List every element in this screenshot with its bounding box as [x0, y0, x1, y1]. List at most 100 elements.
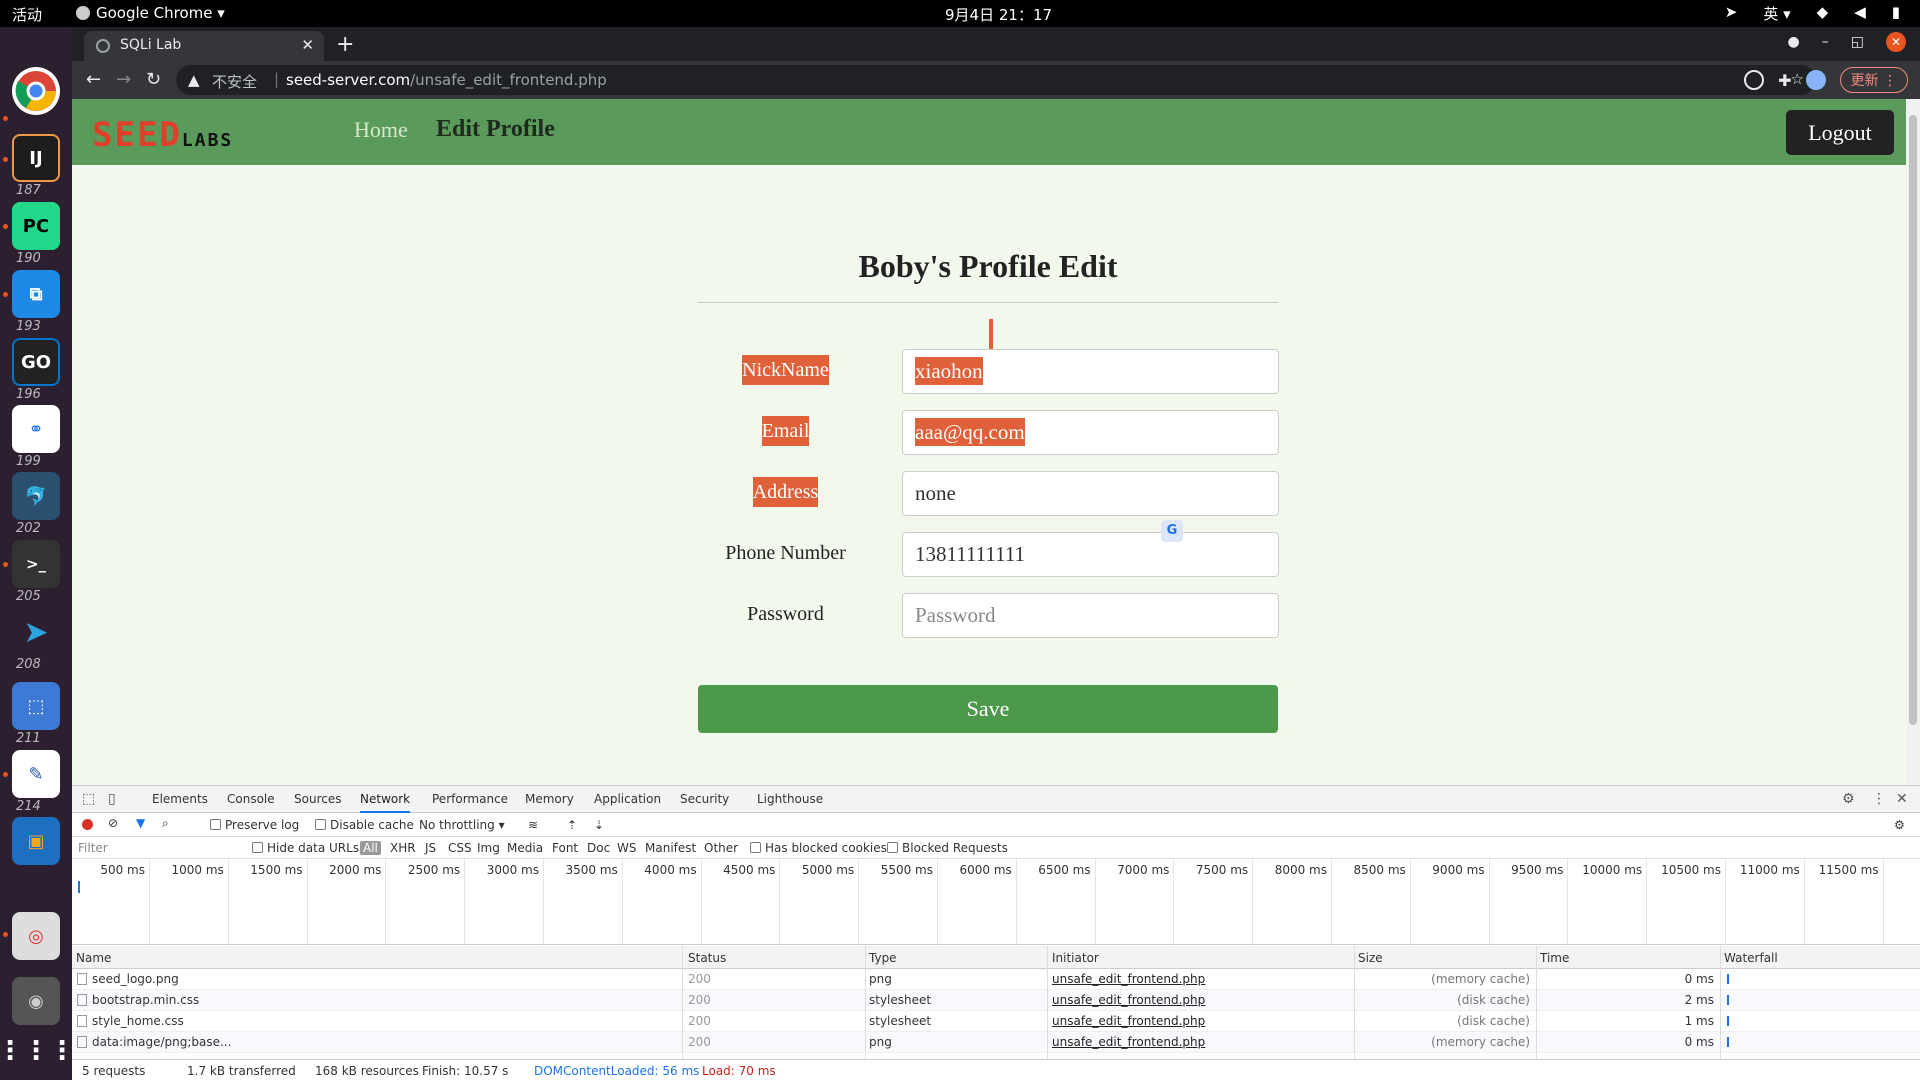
battery-icon[interactable]: ▮	[1892, 3, 1900, 24]
tab-memory[interactable]: Memory	[525, 792, 574, 806]
email-input[interactable]: aaa@qq.com	[902, 410, 1279, 455]
hide-data-urls-checkbox[interactable]: Hide data URLs	[252, 841, 359, 855]
forward-button[interactable]: →	[116, 69, 131, 90]
table-row[interactable]: data:image/png;base... 200 png unsafe_edit_…	[72, 1032, 1920, 1053]
tab-elements[interactable]: Elements	[152, 792, 208, 806]
ime-indicator[interactable]: 英 ▾	[1763, 3, 1790, 24]
request-initiator[interactable]: unsafe_edit_frontend.php	[1052, 1035, 1205, 1049]
device-toolbar-icon[interactable]: ▯	[108, 791, 116, 807]
tab-close-icon[interactable]: ✕	[301, 36, 314, 54]
column-time[interactable]: Time	[1540, 951, 1569, 965]
restore-button[interactable]: ◱	[1851, 34, 1864, 50]
table-row[interactable]: style_home.css 200 stylesheet unsafe_edit_f…	[72, 1011, 1920, 1032]
dock-pycharm[interactable]: PC	[12, 202, 60, 250]
import-har-icon[interactable]: ⇡	[567, 818, 577, 832]
volume-icon[interactable]: ◀	[1854, 3, 1866, 24]
not-secure-label[interactable]: 不安全	[212, 71, 257, 92]
dock-intellij[interactable]: IJ	[12, 134, 60, 182]
record-icon[interactable]	[82, 819, 93, 830]
clock[interactable]: 9月4日 21：17	[945, 4, 1052, 25]
table-row[interactable]: seed_logo.png 200 png unsafe_edit_frontend.…	[72, 969, 1920, 990]
browser-tab[interactable]: SQLi Lab ✕	[84, 31, 324, 61]
send-icon[interactable]: ➤	[1725, 3, 1738, 24]
tab-security[interactable]: Security	[680, 792, 729, 806]
column-type[interactable]: Type	[869, 951, 897, 965]
address-bar[interactable]: ▲ 不安全 | seed-server.com/unsafe_edit_fron…	[176, 65, 1816, 95]
has-blocked-cookies-checkbox[interactable]: Has blocked cookies	[750, 841, 887, 855]
save-button[interactable]: Save	[698, 685, 1278, 733]
profile-avatar[interactable]	[1805, 70, 1826, 90]
network-overview-timeline[interactable]: 500 ms 1000 ms 1500 ms 2000 ms 2500 ms 3000 m…	[72, 859, 1920, 945]
logout-button[interactable]: Logout	[1786, 110, 1894, 155]
tab-network[interactable]: Network	[360, 792, 411, 813]
minimize-button[interactable]: –	[1822, 34, 1829, 50]
seed-labs-logo[interactable]: SEEDLABS	[92, 115, 233, 155]
column-initiator[interactable]: Initiator	[1052, 951, 1099, 965]
dock-screenshot[interactable]: ⬚	[12, 682, 60, 730]
network-conditions-icon[interactable]: ≋	[528, 818, 538, 832]
tab-performance[interactable]: Performance	[432, 792, 508, 806]
filter-icon[interactable]: ▼	[136, 816, 145, 830]
url-text[interactable]: seed-server.com/unsafe_edit_frontend.php	[286, 71, 607, 89]
new-tab-button[interactable]: +	[336, 32, 354, 57]
activities-button[interactable]: 活动	[12, 4, 42, 25]
more-options-icon[interactable]: ⋮	[1872, 791, 1886, 807]
blocked-requests-checkbox[interactable]: Blocked Requests	[887, 841, 1008, 855]
tab-console[interactable]: Console	[227, 792, 275, 806]
puzzle-icon[interactable]: ✚	[1778, 71, 1791, 90]
show-apps-button[interactable]: ⋮⋮⋮	[0, 1027, 75, 1075]
network-settings-icon[interactable]: ⚙	[1894, 818, 1905, 832]
dock-telegram[interactable]: ➤	[12, 608, 60, 656]
column-name[interactable]: Name	[76, 951, 111, 965]
filter-type-media[interactable]: Media	[507, 841, 543, 855]
dock-text-editor[interactable]: ✎	[12, 750, 60, 798]
page-scrollbar[interactable]	[1906, 99, 1920, 785]
update-button[interactable]: 更新 ⋮	[1839, 67, 1908, 93]
wifi-icon[interactable]: ◆	[1817, 3, 1829, 24]
dock-mysql-workbench[interactable]: 🐬	[12, 472, 60, 520]
back-button[interactable]: ←	[86, 69, 101, 90]
dock-vscode[interactable]: ⧉	[12, 270, 60, 318]
extension-icon[interactable]	[1744, 70, 1765, 90]
request-initiator[interactable]: unsafe_edit_frontend.php	[1052, 972, 1205, 986]
request-initiator[interactable]: unsafe_edit_frontend.php	[1052, 993, 1205, 1007]
settings-gear-icon[interactable]: ⚙	[1842, 791, 1855, 807]
filter-type-other[interactable]: Other	[704, 841, 738, 855]
close-window-button[interactable]: ✕	[1886, 32, 1906, 52]
dock-glasses-app[interactable]: ◎	[12, 912, 60, 960]
nickname-input[interactable]: xiaohon	[902, 349, 1279, 394]
translate-icon[interactable]: G	[1161, 520, 1183, 542]
filter-type-font[interactable]: Font	[552, 841, 578, 855]
tab-search-icon[interactable]: ●	[1788, 34, 1800, 50]
column-size[interactable]: Size	[1358, 951, 1383, 965]
close-devtools-icon[interactable]: ✕	[1896, 791, 1908, 807]
dock-terminal[interactable]: >_	[12, 540, 60, 588]
tab-sources[interactable]: Sources	[294, 792, 341, 806]
nav-home[interactable]: Home	[354, 117, 408, 143]
column-waterfall[interactable]: Waterfall	[1724, 951, 1778, 965]
not-secure-icon[interactable]: ▲	[188, 71, 200, 89]
dock-disk-app[interactable]: ◉	[12, 977, 60, 1025]
filter-type-ws[interactable]: WS	[617, 841, 636, 855]
dock-vmware[interactable]: ▣	[12, 817, 60, 865]
export-har-icon[interactable]: ⇣	[594, 818, 604, 832]
dock-baidunetdisk[interactable]: ⚭	[12, 405, 60, 453]
tab-lighthouse[interactable]: Lighthouse	[757, 792, 823, 806]
address-input[interactable]: none	[902, 471, 1279, 516]
system-tray[interactable]: ➤ 英 ▾ ◆ ◀ ▮	[1725, 3, 1900, 24]
tab-application[interactable]: Application	[594, 792, 661, 806]
reload-button[interactable]: ↻	[146, 69, 161, 90]
dock-chrome[interactable]	[12, 67, 60, 115]
phone-input[interactable]: 13811111111	[902, 532, 1279, 577]
filter-type-xhr[interactable]: XHR	[390, 841, 416, 855]
filter-type-img[interactable]: Img	[477, 841, 500, 855]
nav-edit-profile[interactable]: Edit Profile	[436, 116, 555, 143]
filter-input[interactable]: Filter	[78, 841, 108, 855]
filter-type-doc[interactable]: Doc	[587, 841, 610, 855]
disable-cache-checkbox[interactable]: Disable cache	[315, 818, 414, 832]
app-menu[interactable]: Google Chrome ▾	[76, 4, 225, 22]
filter-type-manifest[interactable]: Manifest	[645, 841, 696, 855]
preserve-log-checkbox[interactable]: Preserve log	[210, 818, 299, 832]
clear-icon[interactable]: ⊘	[108, 816, 118, 830]
filter-type-all[interactable]: All	[360, 841, 381, 855]
